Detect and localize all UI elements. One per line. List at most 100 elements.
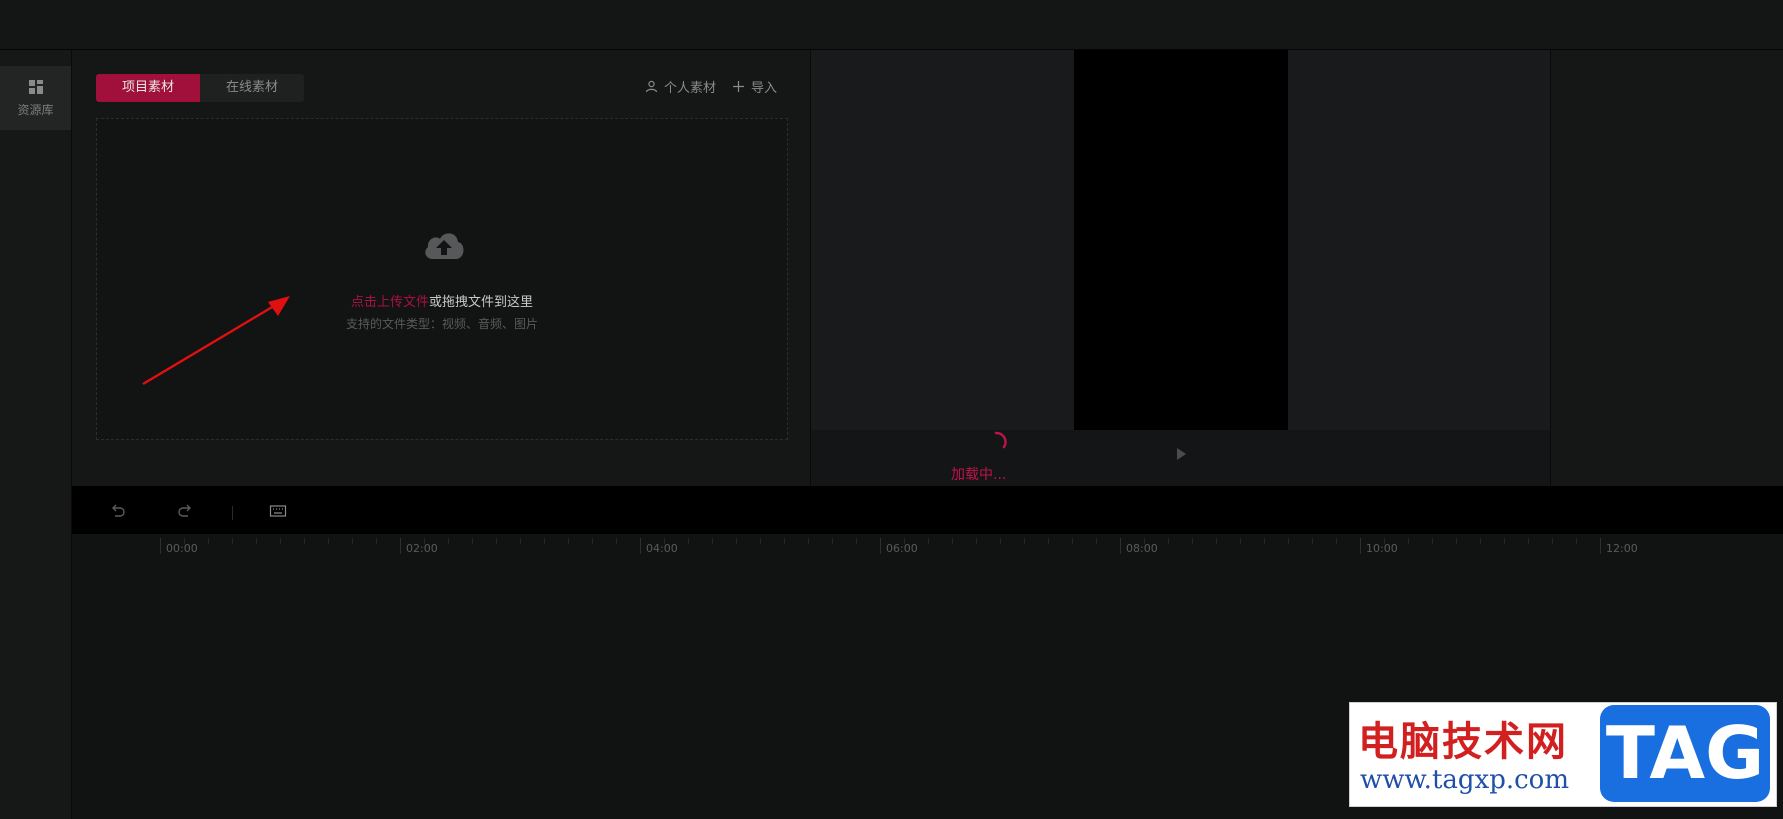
- ruler-minor-tick: [232, 538, 233, 544]
- timeline-ruler[interactable]: 00:00 02:00 04:00 06:00 08:00 10:00 12:00: [72, 534, 1783, 558]
- ruler-minor-tick: [688, 538, 689, 544]
- asset-actions: 个人素材 导入: [645, 77, 777, 96]
- ruler-major-tick: [880, 538, 881, 554]
- import-button[interactable]: 导入: [732, 77, 777, 96]
- ruler-tick-label: 08:00: [1126, 542, 1158, 555]
- ruler-minor-tick: [1432, 538, 1433, 544]
- watermark: 电脑技术网 www.tagxp.com TAG: [1349, 702, 1777, 807]
- ruler-minor-tick: [760, 538, 761, 544]
- timeline-toolbar: [72, 486, 1783, 534]
- side-rail: 资源库: [0, 50, 72, 819]
- ruler-minor-tick: [376, 538, 377, 544]
- ruler-minor-tick: [1000, 538, 1001, 544]
- ruler-major-tick: [160, 538, 161, 554]
- import-label: 导入: [750, 81, 777, 96]
- red-arrow-annotation: [142, 296, 290, 386]
- ruler-major-tick: [1600, 538, 1601, 554]
- undo-button[interactable]: [109, 502, 127, 520]
- ruler-minor-tick: [1192, 538, 1193, 544]
- properties-panel: [1550, 50, 1783, 486]
- ruler-minor-tick: [544, 538, 545, 544]
- ruler-tick-label: 12:00: [1606, 542, 1638, 555]
- ruler-minor-tick: [832, 538, 833, 544]
- plus-icon: [732, 81, 744, 92]
- ruler-minor-tick: [1024, 538, 1025, 544]
- ruler-minor-tick: [1264, 538, 1265, 544]
- ruler-minor-tick: [952, 538, 953, 544]
- ruler-minor-tick: [1384, 538, 1385, 544]
- ruler-minor-tick: [1096, 538, 1097, 544]
- ruler-minor-tick: [664, 538, 665, 544]
- ruler-minor-tick: [496, 538, 497, 544]
- ruler-minor-tick: [1240, 538, 1241, 544]
- ruler-minor-tick: [1288, 538, 1289, 544]
- ruler-minor-tick: [1216, 538, 1217, 544]
- ruler-minor-tick: [1336, 538, 1337, 544]
- ruler-minor-tick: [928, 538, 929, 544]
- ruler-minor-tick: [328, 538, 329, 544]
- undo-icon: [112, 504, 125, 517]
- ruler-minor-tick: [280, 538, 281, 544]
- loading-text: 加载中...: [951, 467, 1007, 483]
- ruler-minor-tick: [1312, 538, 1313, 544]
- toolbar-divider: [232, 506, 233, 520]
- asset-tabs: 项目素材 在线素材: [96, 74, 304, 102]
- upload-link[interactable]: 点击上传文件: [351, 295, 429, 310]
- ruler-minor-tick: [472, 538, 473, 544]
- ruler-minor-tick: [1504, 538, 1505, 544]
- ruler-minor-tick: [712, 538, 713, 544]
- sidebar-item-library[interactable]: 资源库: [0, 66, 71, 130]
- ruler-minor-tick: [1144, 538, 1145, 544]
- ruler-minor-tick: [256, 538, 257, 544]
- ruler-major-tick: [1120, 538, 1121, 554]
- watermark-url: www.tagxp.com: [1360, 765, 1569, 795]
- ruler-minor-tick: [1168, 538, 1169, 544]
- video-canvas: [1074, 50, 1288, 430]
- ruler-minor-tick: [784, 538, 785, 544]
- ruler-minor-tick: [208, 538, 209, 544]
- ruler-minor-tick: [592, 538, 593, 544]
- asset-panel: 项目素材 在线素材 个人素材 导入 点击上传文件或拖拽文件到这里 支持的文件类型…: [72, 50, 810, 486]
- redo-icon: [178, 504, 191, 517]
- ruler-minor-tick: [1072, 538, 1073, 544]
- ruler-minor-tick: [616, 538, 617, 544]
- tab-project-assets[interactable]: 项目素材: [96, 74, 200, 102]
- ruler-minor-tick: [736, 538, 737, 544]
- ruler-minor-tick: [976, 538, 977, 544]
- ruler-minor-tick: [1576, 538, 1577, 544]
- user-icon: [645, 80, 658, 93]
- ruler-minor-tick: [352, 538, 353, 544]
- ruler-minor-tick: [1552, 538, 1553, 544]
- grid-icon: [28, 79, 43, 94]
- ruler-tick-label: 00:00: [166, 542, 198, 555]
- redo-button[interactable]: [176, 502, 194, 520]
- watermark-tag-logo: TAG: [1600, 705, 1770, 802]
- ruler-minor-tick: [1480, 538, 1481, 544]
- ruler-minor-tick: [1456, 538, 1457, 544]
- play-icon[interactable]: [1174, 447, 1188, 461]
- top-bar: [0, 0, 1783, 50]
- upload-drag-text: 或拖拽文件到这里: [429, 295, 534, 310]
- ruler-minor-tick: [448, 538, 449, 544]
- preview-controls: 加载中...: [811, 430, 1550, 486]
- preview-panel: 加载中...: [810, 50, 1550, 486]
- tab-online-assets[interactable]: 在线素材: [200, 74, 304, 102]
- ruler-minor-tick: [520, 538, 521, 544]
- keyboard-shortcuts-button[interactable]: [269, 502, 287, 520]
- ruler-major-tick: [400, 538, 401, 554]
- cloud-upload-icon: [425, 233, 464, 259]
- ruler-tick-label: 02:00: [406, 542, 438, 555]
- ruler-tick-label: 04:00: [646, 542, 678, 555]
- ruler-major-tick: [1360, 538, 1361, 554]
- loading-spinner-icon: [994, 431, 1007, 449]
- personal-assets-label: 个人素材: [663, 81, 716, 96]
- keyboard-icon: [269, 505, 287, 517]
- ruler-minor-tick: [1528, 538, 1529, 544]
- sidebar-item-label: 资源库: [17, 102, 54, 117]
- ruler-tick-label: 06:00: [886, 542, 918, 555]
- ruler-minor-tick: [808, 538, 809, 544]
- watermark-title: 电脑技术网: [1358, 718, 1568, 765]
- personal-assets-button[interactable]: 个人素材: [645, 77, 716, 96]
- ruler-minor-tick: [184, 538, 185, 544]
- ruler-minor-tick: [568, 538, 569, 544]
